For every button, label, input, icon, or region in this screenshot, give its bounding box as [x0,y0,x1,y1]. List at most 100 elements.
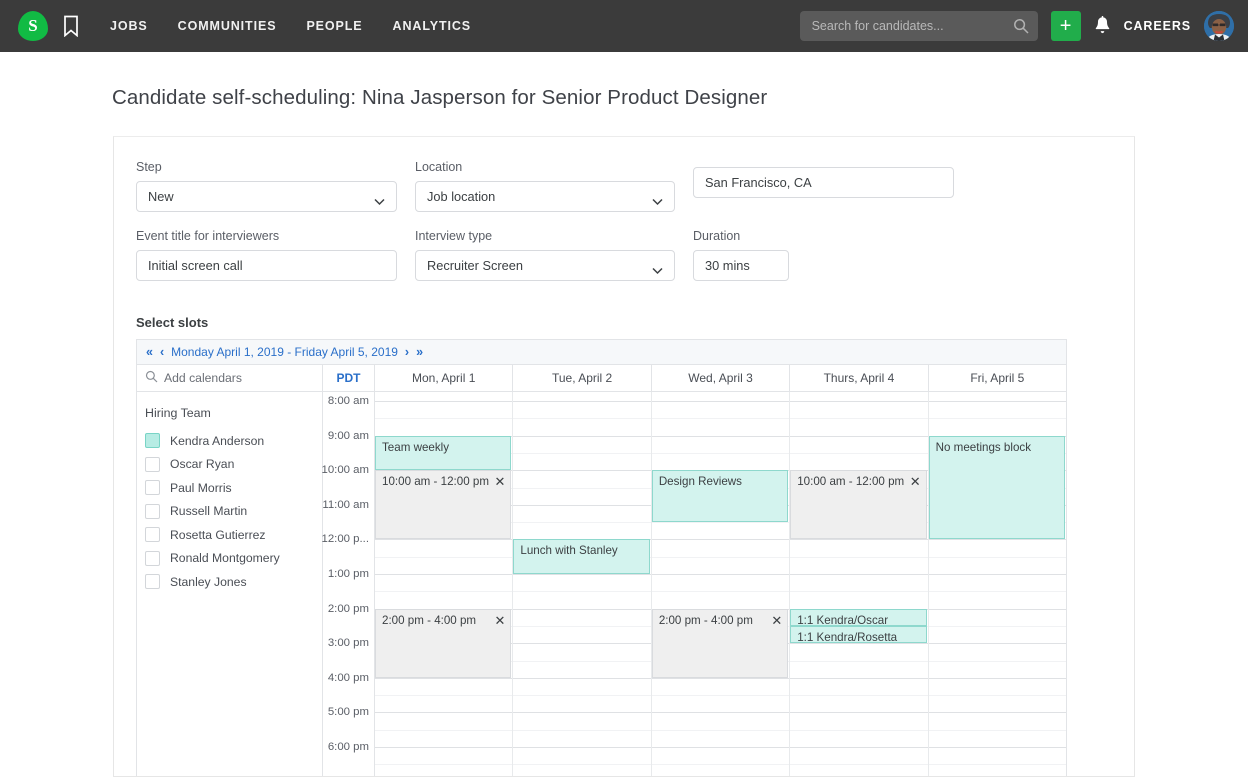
day-column[interactable]: Lunch with Stanley [513,392,652,776]
time-label: 11:00 am [322,498,369,511]
hiring-team-member[interactable]: Russell Martin [145,500,322,524]
grid-line [928,556,1067,558]
day-column[interactable]: 10:00 am - 12:00 pm ✕ 1:1 Kendra/Oscar 1:1 … [790,392,929,776]
day-column[interactable]: Team weekly 10:00 am - 12:00 pm ✕ 2:00 pm -… [375,392,514,776]
member-name: Rosetta Gutierrez [170,527,266,542]
grid-line [513,608,651,610]
search-icon[interactable] [1013,18,1029,34]
timezone-label[interactable]: PDT [323,365,375,391]
search-input[interactable] [799,11,1038,41]
busy-event-block: Team weekly [375,435,512,471]
day-column[interactable]: No meetings block [928,392,1067,776]
member-checkbox[interactable] [145,574,160,590]
hiring-team-member[interactable]: Oscar Ryan [145,453,322,477]
grid-line [375,747,513,748]
grid-line [375,418,513,420]
chevron-down-icon [652,193,663,205]
slot-time-label: 10:00 am - 12:00 pm [382,475,489,489]
grid-line [790,556,928,558]
grid-line [928,418,1067,420]
grid-line [928,660,1067,662]
grid-line [513,695,651,697]
member-checkbox[interactable] [145,480,160,496]
event-title-input[interactable]: Initial screen call [136,250,397,281]
grid-line [790,712,928,714]
grid-line [928,574,1067,575]
grid-line [651,574,790,575]
grid-line [375,591,513,593]
grid-line [651,591,790,593]
calendar-navigation: « ‹ Monday April 1, 2019 - Friday April … [137,340,1066,365]
hiring-team-member[interactable]: Paul Morris [145,476,322,500]
grid-line [790,574,928,575]
field-location: Location Job location [415,160,675,212]
hiring-team-member[interactable]: Stanley Jones [145,570,322,594]
grid-line [651,747,790,748]
grid-line [513,660,651,662]
search-container [799,11,1038,41]
date-range-label[interactable]: Monday April 1, 2019 - Friday April 5, 2… [171,345,398,359]
form-row-2: Event title for interviewers Initial scr… [136,229,1134,281]
grid-line [790,418,928,420]
hiring-team-member[interactable]: Ronald Montgomery [145,547,322,571]
member-checkbox[interactable] [145,433,160,449]
prev-week-button[interactable]: ‹ [160,345,164,359]
selected-slot-block[interactable]: 2:00 pm - 4:00 pm ✕ [375,608,512,678]
add-calendars-search[interactable]: Add calendars [137,365,323,391]
selected-slot-block[interactable]: 10:00 am - 12:00 pm ✕ [375,470,512,540]
grid-line [513,625,651,627]
member-checkbox[interactable] [145,503,160,519]
nav-link-communities[interactable]: COMMUNITIES [178,19,277,33]
last-week-button[interactable]: » [416,345,423,359]
remove-slot-icon[interactable]: ✕ [493,614,508,627]
app-logo[interactable]: S [18,11,48,41]
interview-type-select[interactable]: Recruiter Screen [415,250,675,281]
notifications-bell-icon[interactable] [1094,16,1111,36]
remove-slot-icon[interactable]: ✕ [908,475,923,488]
hiring-team-member[interactable]: Rosetta Gutierrez [145,523,322,547]
location-select[interactable]: Job location [415,181,675,212]
grid-line [513,712,651,714]
grid-line [651,539,790,541]
day-column[interactable]: Design Reviews 2:00 pm - 4:00 pm ✕ [651,392,791,776]
grid-line [790,452,928,454]
selected-slot-block[interactable]: 2:00 pm - 4:00 pm ✕ [651,608,789,678]
duration-input[interactable]: 30 mins [693,250,789,281]
grid-line [790,729,928,731]
member-checkbox[interactable] [145,550,160,566]
selected-slot-block[interactable]: 10:00 am - 12:00 pm ✕ [790,470,927,540]
grid-line [790,747,928,748]
event-label: Design Reviews [658,475,742,489]
time-label: 6:00 pm [327,741,369,753]
grid-line [928,712,1067,714]
grid-line [651,729,790,731]
nav-link-analytics[interactable]: ANALYTICS [393,19,471,33]
event-title-value: Initial screen call [148,258,243,273]
grid-line [651,764,790,766]
careers-link[interactable]: CAREERS [1124,19,1191,33]
user-avatar[interactable] [1204,11,1234,41]
step-select[interactable]: New [136,181,397,212]
nav-link-people[interactable]: PEOPLE [306,19,362,33]
remove-slot-icon[interactable]: ✕ [493,475,508,488]
grid-line [928,729,1067,731]
city-input[interactable]: San Francisco, CA [693,167,954,198]
add-button[interactable]: + [1050,11,1081,41]
calendar: « ‹ Monday April 1, 2019 - Friday April … [136,339,1067,776]
nav-link-jobs[interactable]: JOBS [110,19,148,33]
time-label: 8:00 am [327,395,369,407]
remove-slot-icon[interactable]: ✕ [769,614,784,627]
hiring-team-member[interactable]: Kendra Anderson [145,429,322,453]
member-checkbox[interactable] [145,456,160,472]
bookmark-icon[interactable] [62,15,80,38]
grid-line [513,643,651,645]
grid-line [928,643,1067,645]
grid-line [513,470,651,472]
next-week-button[interactable]: › [405,345,409,359]
grid-line [375,556,513,558]
grid-line [513,452,651,454]
member-checkbox[interactable] [145,527,160,543]
time-label: 5:00 pm [327,706,369,719]
first-week-button[interactable]: « [146,345,153,359]
grid-line [928,695,1067,697]
